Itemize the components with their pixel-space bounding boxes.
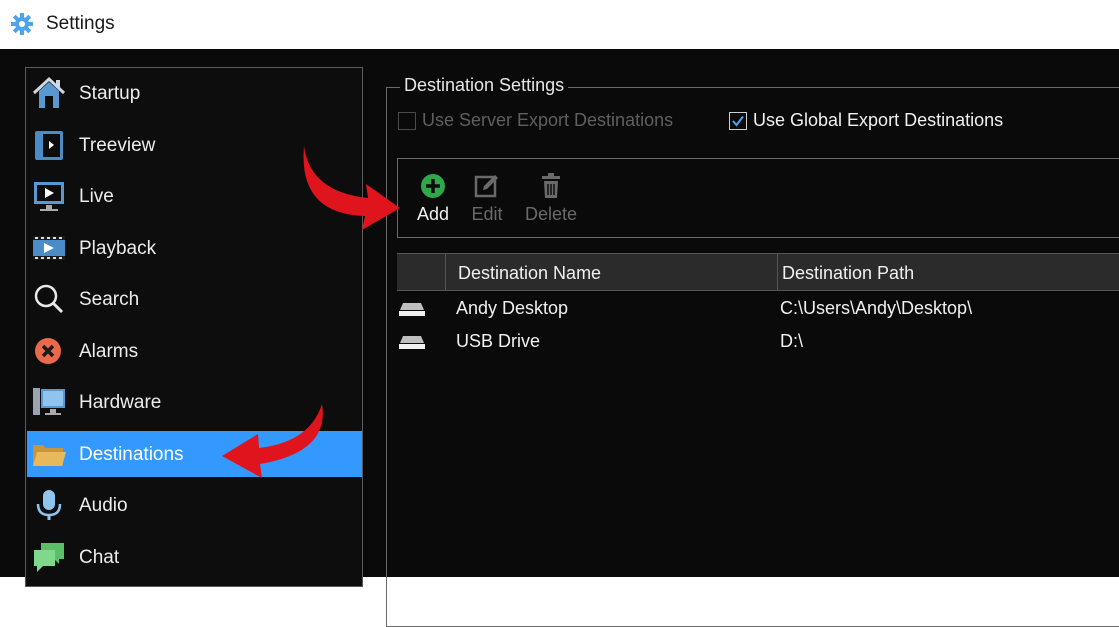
microphone-icon [36, 490, 62, 520]
gear-icon [11, 13, 33, 35]
checkmark-icon [732, 115, 744, 127]
sidebar-item-label: Destinations [79, 444, 184, 465]
column-separator [777, 254, 778, 291]
settings-sidebar: Startup Treeview Live Playback Search Al… [25, 67, 363, 587]
server-export-label: Use Server Export Destinations [422, 110, 674, 130]
destination-name-cell: Andy Desktop [456, 298, 569, 318]
chat-icon [34, 543, 64, 572]
sidebar-item-live[interactable]: Live [27, 173, 362, 219]
title-bar: Settings [0, 0, 1119, 49]
sidebar-item-treeview[interactable]: Treeview [27, 122, 362, 168]
sidebar-item-label: Search [79, 289, 140, 310]
add-button[interactable]: Add [405, 173, 461, 227]
sidebar-item-label: Hardware [79, 392, 162, 413]
window-title: Settings [46, 13, 115, 34]
sidebar-item-search[interactable]: Search [27, 276, 362, 322]
edit-icon [474, 175, 498, 198]
destinations-toolbar: Add Edit Delete [397, 158, 1119, 238]
sidebar-item-label: Startup [79, 83, 141, 104]
global-export-label: Use Global Export Destinations [753, 110, 1004, 130]
destinations-table: Destination Name Destination Path Andy D… [397, 253, 1119, 583]
folder-icon [33, 445, 66, 466]
destination-name-cell: USB Drive [456, 331, 541, 351]
alarm-x-icon [35, 338, 61, 364]
home-icon [32, 76, 66, 108]
column-header-destination-path[interactable]: Destination Path [782, 263, 914, 284]
treeview-icon [35, 131, 63, 160]
sidebar-item-label: Chat [79, 547, 120, 568]
sidebar-item-destinations[interactable]: Destinations [27, 431, 362, 477]
add-circle-icon [421, 174, 445, 198]
column-separator [445, 254, 446, 291]
column-header-destination-name[interactable]: Destination Name [458, 263, 601, 284]
sidebar-item-label: Audio [79, 495, 128, 516]
live-monitor-icon [34, 182, 64, 211]
sidebar-item-alarms[interactable]: Alarms [27, 328, 362, 374]
destination-path-cell: D:\ [780, 331, 804, 351]
sidebar-item-label: Live [79, 186, 114, 207]
drive-icon [399, 336, 425, 349]
edit-label: Edit [471, 204, 503, 224]
add-label: Add [416, 204, 450, 224]
table-header: Destination Name Destination Path [397, 253, 1119, 291]
sidebar-item-hardware[interactable]: Hardware [27, 379, 362, 425]
sidebar-item-startup[interactable]: Startup [27, 70, 362, 116]
trash-icon [542, 173, 560, 198]
hardware-icon [33, 388, 65, 415]
sidebar-item-label: Playback [79, 238, 157, 259]
search-icon [34, 284, 64, 314]
edit-button[interactable]: Edit [459, 173, 515, 227]
group-title: Destination Settings [400, 75, 569, 96]
sidebar-item-playback[interactable]: Playback [27, 225, 362, 271]
server-export-checkbox[interactable] [398, 112, 416, 130]
table-row[interactable]: USB Drive D:\ [397, 326, 1119, 358]
table-row[interactable]: Andy Desktop C:\Users\Andy\Desktop\ [397, 293, 1119, 325]
sidebar-item-label: Treeview [79, 135, 156, 156]
sidebar-item-label: Alarms [79, 341, 139, 362]
sidebar-item-audio[interactable]: Audio [27, 482, 362, 528]
destination-path-cell: C:\Users\Andy\Desktop\ [780, 298, 973, 318]
drive-icon [399, 303, 425, 316]
film-icon [33, 236, 65, 260]
delete-button[interactable]: Delete [523, 173, 579, 227]
delete-label: Delete [524, 204, 578, 224]
sidebar-item-chat[interactable]: Chat [27, 534, 362, 580]
global-export-checkbox[interactable] [729, 112, 747, 130]
